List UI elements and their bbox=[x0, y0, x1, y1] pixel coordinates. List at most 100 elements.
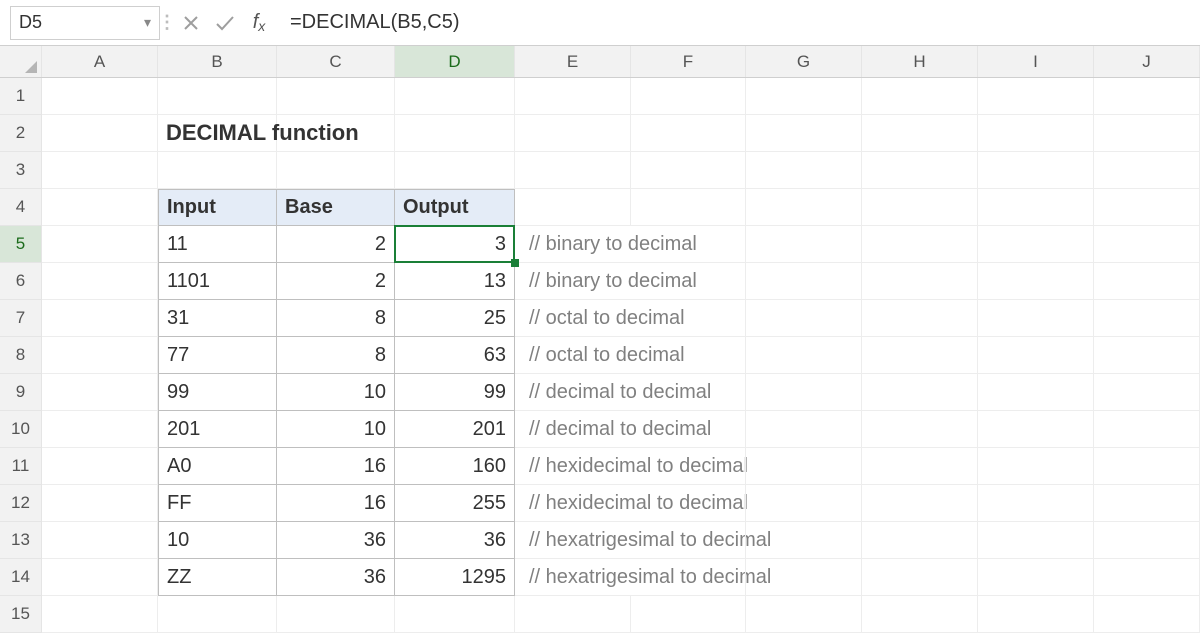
cell-G2[interactable] bbox=[746, 115, 862, 152]
cell-F5[interactable] bbox=[631, 226, 746, 263]
row-header-5[interactable]: 5 bbox=[0, 226, 42, 263]
cell-A9[interactable] bbox=[42, 374, 158, 411]
cell-I8[interactable] bbox=[978, 337, 1094, 374]
cell-H10[interactable] bbox=[862, 411, 978, 448]
cell-D15[interactable] bbox=[395, 596, 515, 633]
cell-J10[interactable] bbox=[1094, 411, 1200, 448]
cell-F12[interactable] bbox=[631, 485, 746, 522]
column-header-G[interactable]: G bbox=[746, 46, 862, 77]
cell-A4[interactable] bbox=[42, 189, 158, 226]
cell-comment[interactable]: // decimal to decimal bbox=[515, 374, 631, 411]
cell-C3[interactable] bbox=[277, 152, 395, 189]
row-header-2[interactable]: 2 bbox=[0, 115, 42, 152]
cell-output[interactable]: 99 bbox=[395, 374, 515, 411]
cell-F8[interactable] bbox=[631, 337, 746, 374]
insert-function-button[interactable]: fx bbox=[242, 6, 276, 40]
cell-input[interactable]: 201 bbox=[158, 411, 277, 448]
cell-comment[interactable]: // hexidecimal to decimal bbox=[515, 485, 631, 522]
header-input[interactable]: Input bbox=[158, 189, 277, 226]
cell-input[interactable]: 31 bbox=[158, 300, 277, 337]
cell-G6[interactable] bbox=[746, 263, 862, 300]
row-header-15[interactable]: 15 bbox=[0, 596, 42, 633]
cell-C2[interactable] bbox=[277, 115, 395, 152]
cell-F6[interactable] bbox=[631, 263, 746, 300]
cell-J5[interactable] bbox=[1094, 226, 1200, 263]
cell-I12[interactable] bbox=[978, 485, 1094, 522]
cell-comment[interactable]: // hexidecimal to decimal bbox=[515, 448, 631, 485]
cell-A6[interactable] bbox=[42, 263, 158, 300]
column-header-J[interactable]: J bbox=[1094, 46, 1200, 77]
cell-H6[interactable] bbox=[862, 263, 978, 300]
cells[interactable]: DECIMAL function Input Base Output 1123/… bbox=[42, 78, 1200, 633]
cell-G12[interactable] bbox=[746, 485, 862, 522]
cell-A11[interactable] bbox=[42, 448, 158, 485]
cell-I11[interactable] bbox=[978, 448, 1094, 485]
cell-comment[interactable]: // hexatrigesimal to decimal bbox=[515, 522, 631, 559]
cell-A1[interactable] bbox=[42, 78, 158, 115]
cell-comment[interactable]: // binary to decimal bbox=[515, 263, 631, 300]
cell-output[interactable]: 25 bbox=[395, 300, 515, 337]
cell-I2[interactable] bbox=[978, 115, 1094, 152]
cell-F9[interactable] bbox=[631, 374, 746, 411]
cell-A15[interactable] bbox=[42, 596, 158, 633]
cell-J1[interactable] bbox=[1094, 78, 1200, 115]
cell-I4[interactable] bbox=[978, 189, 1094, 226]
row-header-6[interactable]: 6 bbox=[0, 263, 42, 300]
cell-F14[interactable] bbox=[631, 559, 746, 596]
select-all-corner[interactable] bbox=[0, 46, 42, 77]
cell-base[interactable]: 8 bbox=[277, 337, 395, 374]
cell-A2[interactable] bbox=[42, 115, 158, 152]
row-header-4[interactable]: 4 bbox=[0, 189, 42, 226]
cell-C1[interactable] bbox=[277, 78, 395, 115]
cell-F4[interactable] bbox=[631, 189, 746, 226]
cell-G14[interactable] bbox=[746, 559, 862, 596]
cell-I7[interactable] bbox=[978, 300, 1094, 337]
row-header-11[interactable]: 11 bbox=[0, 448, 42, 485]
cell-base[interactable]: 36 bbox=[277, 559, 395, 596]
cell-J9[interactable] bbox=[1094, 374, 1200, 411]
cell-output[interactable]: 1295 bbox=[395, 559, 515, 596]
cell-output[interactable]: 13 bbox=[395, 263, 515, 300]
cell-input[interactable]: ZZ bbox=[158, 559, 277, 596]
cell-output[interactable]: 201 bbox=[395, 411, 515, 448]
cell-I10[interactable] bbox=[978, 411, 1094, 448]
cell-G8[interactable] bbox=[746, 337, 862, 374]
cell-F10[interactable] bbox=[631, 411, 746, 448]
cell-H2[interactable] bbox=[862, 115, 978, 152]
cell-G15[interactable] bbox=[746, 596, 862, 633]
cell-base[interactable]: 36 bbox=[277, 522, 395, 559]
cell-D3[interactable] bbox=[395, 152, 515, 189]
cell-A3[interactable] bbox=[42, 152, 158, 189]
cell-J14[interactable] bbox=[1094, 559, 1200, 596]
column-header-I[interactable]: I bbox=[978, 46, 1094, 77]
cell-J2[interactable] bbox=[1094, 115, 1200, 152]
cell-I14[interactable] bbox=[978, 559, 1094, 596]
cell-A13[interactable] bbox=[42, 522, 158, 559]
cell-F1[interactable] bbox=[631, 78, 746, 115]
row-header-10[interactable]: 10 bbox=[0, 411, 42, 448]
cell-A12[interactable] bbox=[42, 485, 158, 522]
cell-H14[interactable] bbox=[862, 559, 978, 596]
cell-F15[interactable] bbox=[631, 596, 746, 633]
cell-output[interactable]: 36 bbox=[395, 522, 515, 559]
cell-J8[interactable] bbox=[1094, 337, 1200, 374]
cell-H9[interactable] bbox=[862, 374, 978, 411]
row-header-9[interactable]: 9 bbox=[0, 374, 42, 411]
cell-H12[interactable] bbox=[862, 485, 978, 522]
cell-I1[interactable] bbox=[978, 78, 1094, 115]
cell-E4[interactable] bbox=[515, 189, 631, 226]
column-header-B[interactable]: B bbox=[158, 46, 277, 77]
cell-J12[interactable] bbox=[1094, 485, 1200, 522]
column-header-H[interactable]: H bbox=[862, 46, 978, 77]
cell-comment[interactable]: // hexatrigesimal to decimal bbox=[515, 559, 631, 596]
cell-J4[interactable] bbox=[1094, 189, 1200, 226]
cell-H11[interactable] bbox=[862, 448, 978, 485]
cell-I6[interactable] bbox=[978, 263, 1094, 300]
cell-F2[interactable] bbox=[631, 115, 746, 152]
cell-G13[interactable] bbox=[746, 522, 862, 559]
cell-A8[interactable] bbox=[42, 337, 158, 374]
cell-J3[interactable] bbox=[1094, 152, 1200, 189]
column-header-F[interactable]: F bbox=[631, 46, 746, 77]
cell-I9[interactable] bbox=[978, 374, 1094, 411]
cell-F11[interactable] bbox=[631, 448, 746, 485]
